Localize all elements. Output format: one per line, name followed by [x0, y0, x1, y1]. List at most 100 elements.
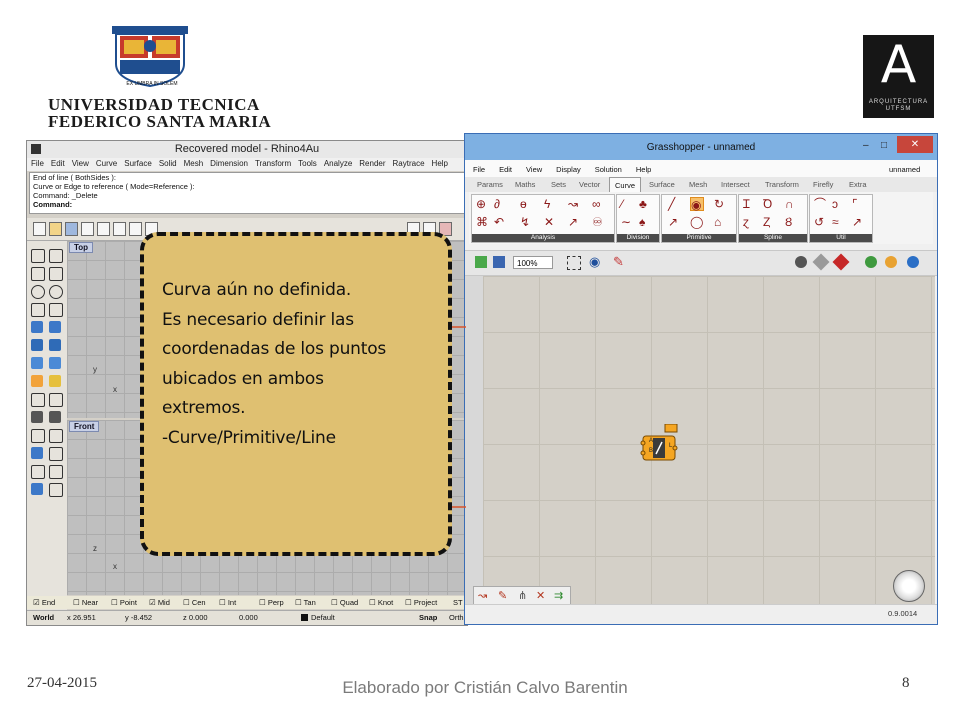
- open-file-icon[interactable]: [49, 222, 62, 236]
- radial-arrow-icon[interactable]: ⇉: [554, 589, 563, 602]
- mesh-tool-icon[interactable]: [49, 375, 61, 387]
- curvature-icon[interactable]: ϟ: [544, 197, 550, 211]
- gh-menu-edit[interactable]: Edit: [499, 165, 512, 174]
- new-file-icon[interactable]: [33, 222, 46, 236]
- polygon-tool-icon[interactable]: [31, 303, 45, 317]
- contour-icon[interactable]: ∼: [621, 215, 631, 229]
- boolean-tool-icon[interactable]: [31, 375, 43, 387]
- gh-menu-help[interactable]: Help: [636, 165, 651, 174]
- rhino-menu-mesh[interactable]: Mesh: [184, 159, 204, 168]
- radial-pen-icon[interactable]: ✎: [498, 589, 507, 602]
- rhino-menu-transform[interactable]: Transform: [255, 159, 291, 168]
- tab-vector[interactable]: Vector: [579, 180, 600, 189]
- line-component[interactable]: A B L: [640, 424, 679, 468]
- snap-int[interactable]: ☐ Int: [219, 598, 236, 607]
- snap-project[interactable]: ☐ Project: [405, 598, 437, 607]
- tab-mesh[interactable]: Mesh: [689, 180, 707, 189]
- gh-menu-solution[interactable]: Solution: [595, 165, 622, 174]
- rhino-menu-file[interactable]: File: [31, 159, 44, 168]
- divide-curve-icon[interactable]: ⁄: [621, 197, 623, 211]
- tab-firefly[interactable]: Firefly: [813, 180, 833, 189]
- tab-surface[interactable]: Surface: [649, 180, 675, 189]
- snap-knot[interactable]: ☐ Knot: [369, 598, 393, 607]
- scale-tool-icon[interactable]: [49, 411, 61, 423]
- rotate-tool-icon[interactable]: [31, 411, 43, 423]
- gh-menu-display[interactable]: Display: [556, 165, 581, 174]
- radial-xyz-icon[interactable]: ⋔: [518, 589, 527, 602]
- curve-closest-icon[interactable]: ↝: [568, 197, 578, 211]
- material-icon[interactable]: [885, 256, 897, 268]
- sketch-pen-icon[interactable]: ✎: [613, 254, 624, 270]
- polyline-tool-icon[interactable]: [31, 267, 45, 281]
- tab-maths[interactable]: Maths: [515, 180, 535, 189]
- rhino-menu-dimension[interactable]: Dimension: [210, 159, 248, 168]
- zoom-extents-icon[interactable]: [567, 256, 581, 270]
- curve-deviation-icon[interactable]: ∞: [592, 197, 601, 211]
- project-curve-icon[interactable]: ↗: [852, 215, 862, 229]
- rhino-menu-surface[interactable]: Surface: [124, 159, 152, 168]
- preview-shaded-icon[interactable]: [832, 253, 850, 271]
- snap-point[interactable]: ☐ Point: [111, 598, 137, 607]
- rectangle-tool-icon[interactable]: [49, 303, 63, 317]
- polyline-component-icon[interactable]: ∩: [785, 197, 794, 211]
- discontinuity-icon[interactable]: ↯: [520, 215, 530, 229]
- more-tools-icon[interactable]: [49, 483, 63, 497]
- snap-perp[interactable]: ☐ Perp: [259, 598, 284, 607]
- gh-menu-view[interactable]: View: [526, 165, 542, 174]
- zoom-select[interactable]: 100%: [513, 256, 553, 269]
- split-tool-icon[interactable]: [49, 447, 63, 461]
- rectangle-component-icon[interactable]: ⌂: [714, 215, 721, 229]
- preview-selected-icon[interactable]: [865, 256, 877, 268]
- viewport-top-label[interactable]: Top: [69, 242, 94, 253]
- tab-sets[interactable]: Sets: [551, 180, 566, 189]
- save-icon[interactable]: [65, 222, 78, 236]
- tab-curve[interactable]: Curve: [609, 177, 642, 192]
- cut-icon[interactable]: [113, 222, 126, 236]
- offset-curve-icon[interactable]: ⌒: [814, 197, 826, 211]
- control-points-icon[interactable]: ⌘: [476, 215, 488, 229]
- move-tool-icon[interactable]: [49, 393, 63, 407]
- fillet-curve-icon[interactable]: ↄ: [832, 197, 838, 211]
- tab-extra[interactable]: Extra: [849, 180, 867, 189]
- point-tool-icon[interactable]: [49, 249, 63, 263]
- fillet-tool-icon[interactable]: [31, 429, 45, 443]
- radial-cross-icon[interactable]: ✕: [536, 589, 545, 602]
- snap-tan[interactable]: ☐ Tan: [295, 598, 316, 607]
- loft-tool-icon[interactable]: [49, 357, 61, 369]
- polygon-center-icon[interactable]: ♾: [592, 215, 603, 229]
- rhino-menu-analyze[interactable]: Analyze: [324, 159, 352, 168]
- arc-component-icon[interactable]: ↻: [714, 197, 724, 211]
- rhino-menu-help[interactable]: Help: [432, 159, 448, 168]
- curve-side-icon[interactable]: ✕: [544, 215, 554, 229]
- tab-transform[interactable]: Transform: [765, 180, 799, 189]
- status-layer[interactable]: Default: [311, 613, 335, 622]
- tangent-curve-icon[interactable]: Ȣ: [785, 215, 792, 229]
- snap-mid[interactable]: ☑ Mid: [149, 598, 170, 607]
- circle-component-icon[interactable]: ◉: [690, 197, 704, 212]
- radial-curve-icon[interactable]: ↝: [478, 589, 487, 602]
- array-tool-icon[interactable]: [31, 465, 45, 479]
- rhino-menu-solid[interactable]: Solid: [159, 159, 177, 168]
- snap-near[interactable]: ☐ Near: [73, 598, 98, 607]
- render-tool-icon[interactable]: [31, 483, 43, 495]
- rhino-menu-render[interactable]: Render: [359, 159, 385, 168]
- preview-eye-icon[interactable]: ◉: [589, 254, 600, 270]
- paste-icon[interactable]: [129, 222, 142, 236]
- curve-tool-icon[interactable]: [49, 267, 63, 281]
- tab-intersect[interactable]: Intersect: [721, 180, 750, 189]
- minimize-button[interactable]: –: [863, 140, 869, 151]
- shatter-icon[interactable]: ♠: [639, 215, 645, 229]
- join-curves-icon[interactable]: ↺: [814, 215, 824, 229]
- gh-canvas[interactable]: A B L: [483, 276, 935, 604]
- status-snap[interactable]: Snap: [419, 613, 437, 622]
- rhino-command-area[interactable]: End of line ( BothSides ): Curve or Edge…: [29, 172, 465, 214]
- gh-menu-file[interactable]: File: [473, 165, 485, 174]
- copy-icon[interactable]: [97, 222, 110, 236]
- surface-edit-icon[interactable]: [49, 321, 61, 333]
- viewport-front-label[interactable]: Front: [69, 421, 100, 432]
- open-file-icon[interactable]: [475, 256, 487, 268]
- cylinder-tool-icon[interactable]: [31, 357, 43, 369]
- close-button[interactable]: ✕: [897, 136, 933, 153]
- polygon-component-icon[interactable]: ◯: [690, 215, 703, 229]
- command-prompt[interactable]: Command:: [33, 200, 464, 209]
